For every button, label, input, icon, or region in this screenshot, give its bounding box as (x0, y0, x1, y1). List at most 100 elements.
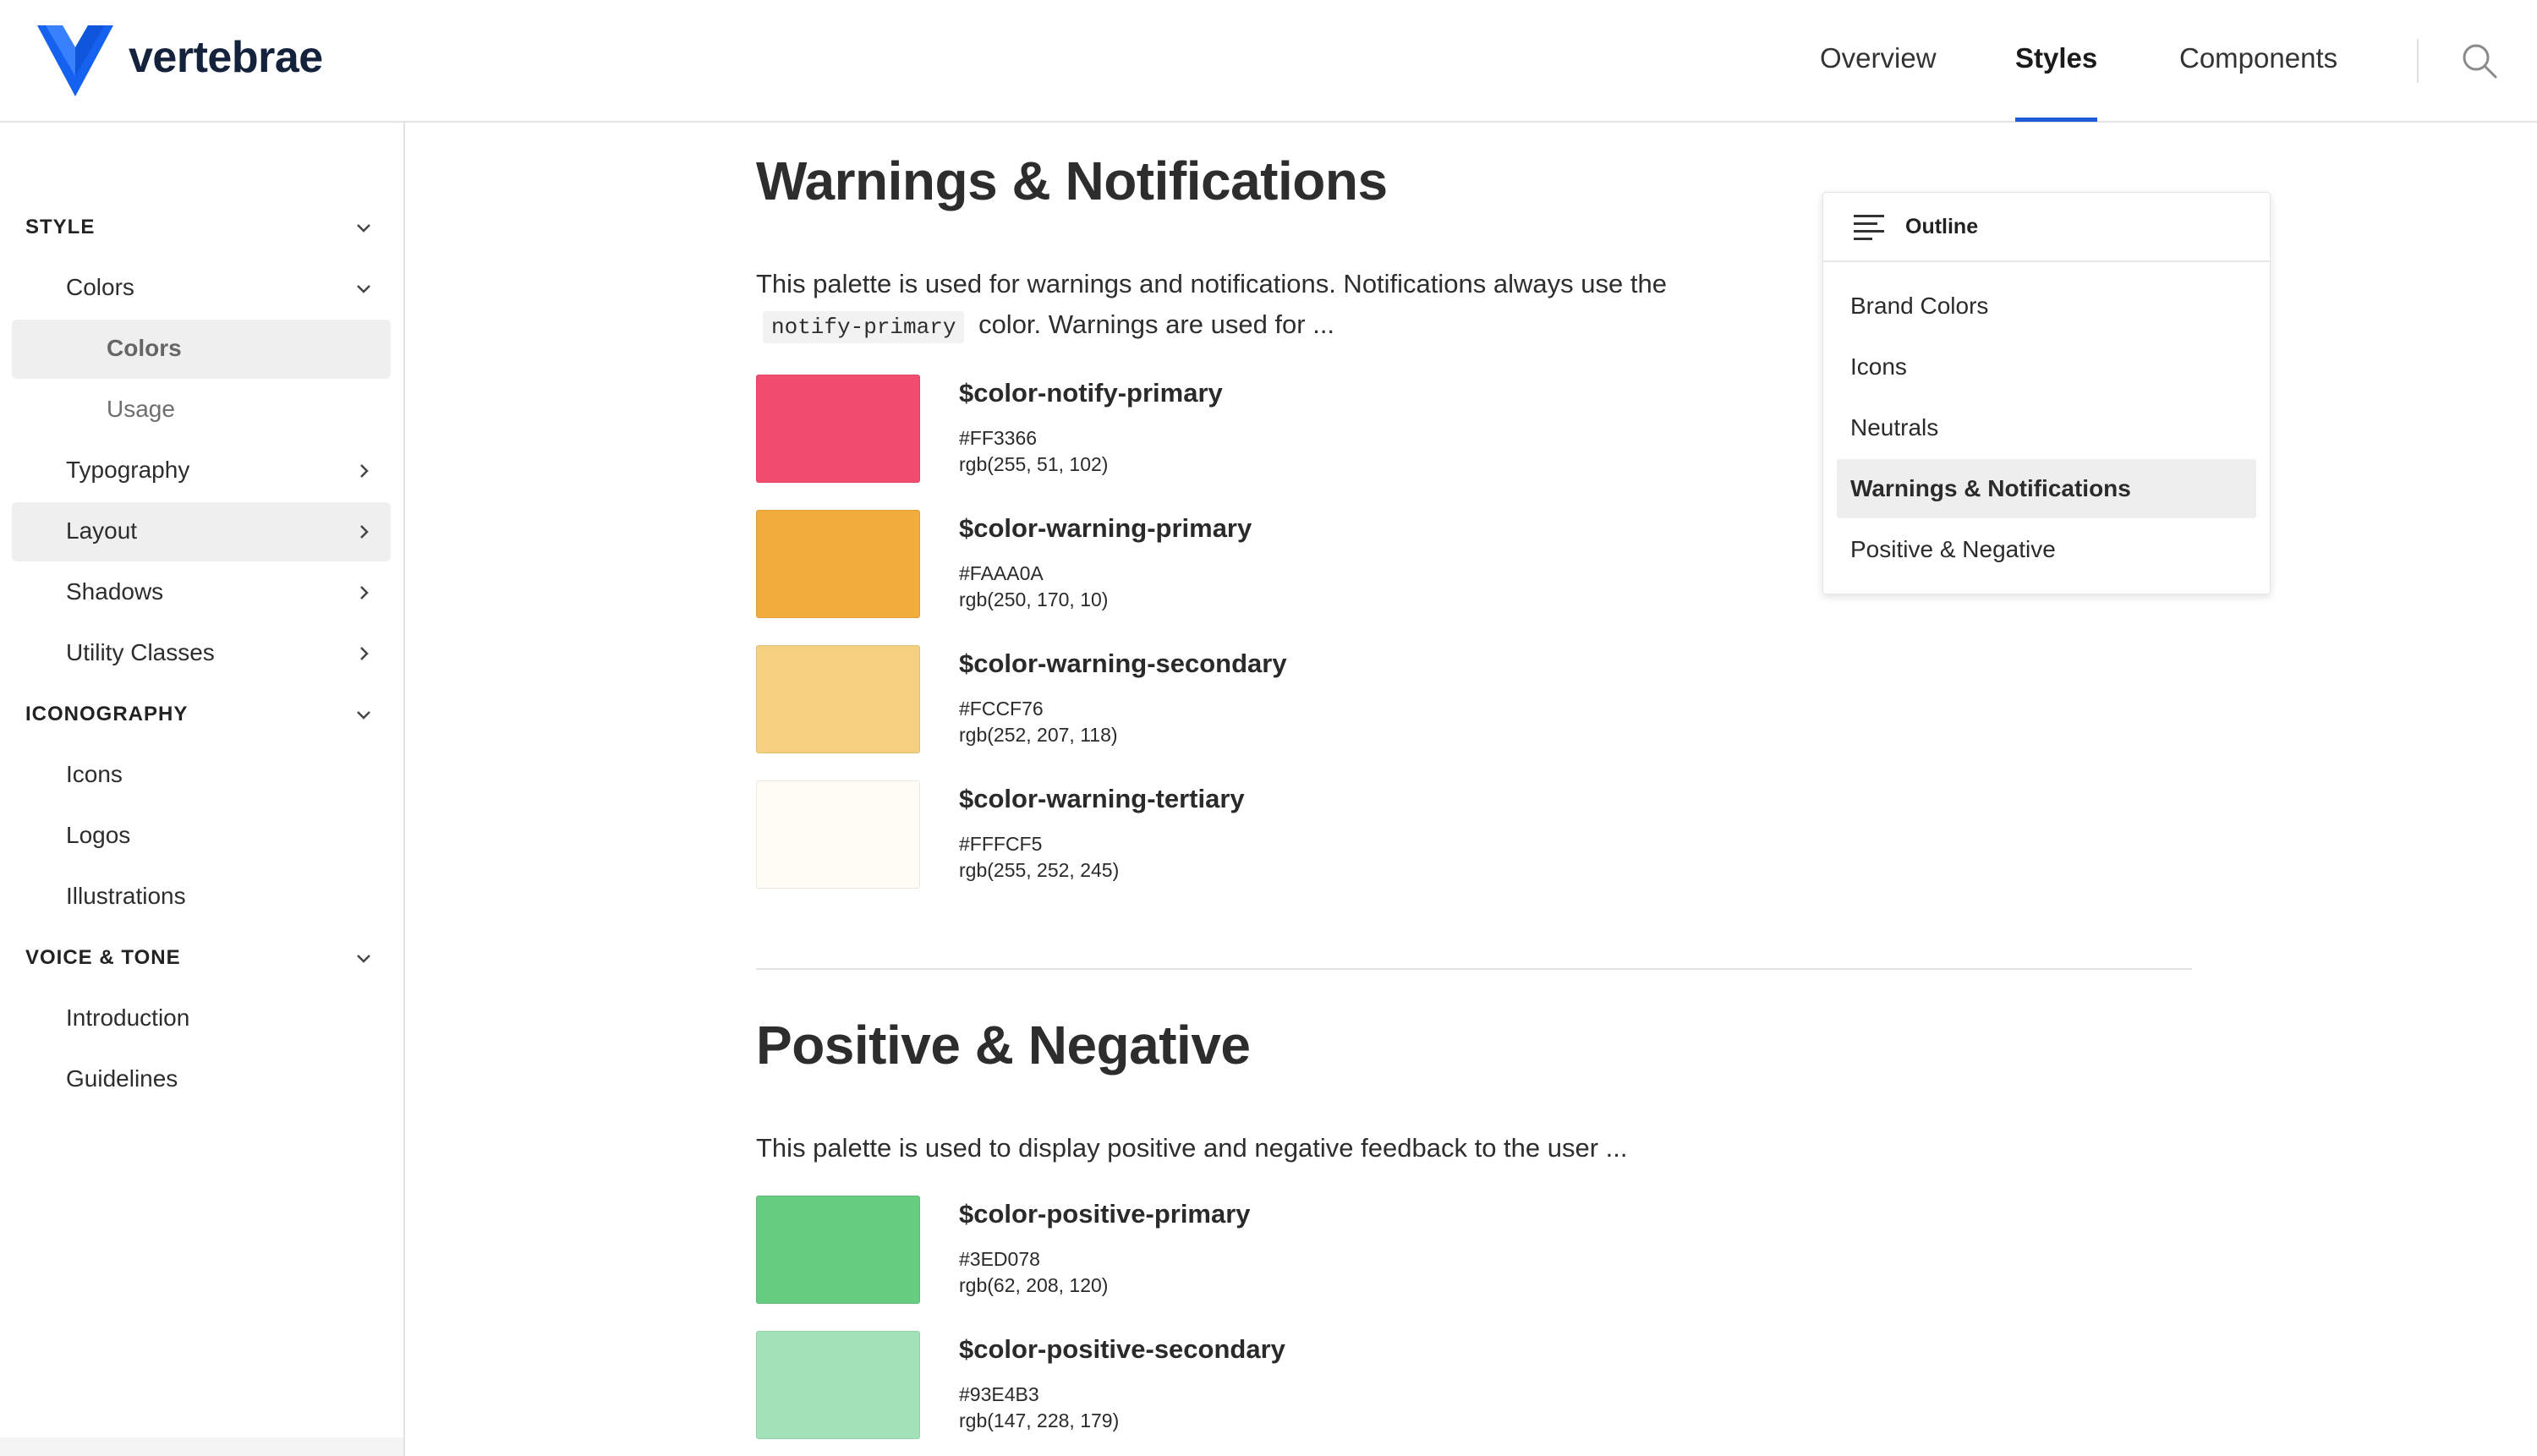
swatch-hex: #3ED078 (959, 1248, 1040, 1270)
swatch-hex: #93E4B3 (959, 1383, 1039, 1405)
swatch-name: $color-positive-secondary (959, 1334, 1285, 1364)
sidebar-item-label: Colors (66, 274, 134, 300)
color-swatch (756, 510, 920, 618)
outline-item-label: Neutrals (1850, 414, 1939, 441)
sidebar-item-label: Layout (66, 517, 138, 544)
outline-item-warnings[interactable]: Warnings & Notifications (1837, 459, 2256, 518)
section-title-positive: Positive & Negative (756, 1015, 1251, 1076)
sidebar-item-colors[interactable]: Colors (12, 259, 391, 318)
sidebar-footer-bar (0, 1437, 403, 1456)
description-text: This palette is used for warnings and no… (756, 269, 1667, 298)
vertebrae-logo[interactable] (37, 25, 113, 96)
outline-list-icon (1854, 215, 1884, 240)
swatch-hex: #FCCF76 (959, 698, 1044, 720)
sidebar-item-label: Colors (107, 335, 182, 361)
sidebar-item-layout[interactable]: Layout (12, 502, 391, 561)
color-swatch (756, 1331, 920, 1439)
outline-header: Outline (1823, 193, 2270, 262)
sidebar-item-label: Introduction (66, 1004, 190, 1031)
nav-components[interactable]: Components (2179, 42, 2337, 74)
chevron-right-icon (360, 586, 369, 599)
sidebar-item-label: Typography (66, 457, 190, 483)
sidebar-subitem-colors[interactable]: Colors (12, 320, 391, 379)
outline-panel: Outline Brand Colors Icons Neutrals Warn… (1822, 192, 2271, 594)
outline-item-brand-colors[interactable]: Brand Colors (1837, 276, 2256, 336)
sidebar-item-label: Usage (107, 396, 175, 422)
sidebar-section-iconography[interactable]: ICONOGRAPHY (12, 685, 391, 744)
sidebar-subitem-usage[interactable]: Usage (12, 380, 391, 440)
outline-item-icons[interactable]: Icons (1837, 337, 2256, 397)
inline-code: notify-primary (763, 311, 965, 343)
outline-item-neutrals[interactable]: Neutrals (1837, 398, 2256, 457)
color-swatch (756, 375, 920, 483)
color-swatch-row: $color-positive-primary #3ED078 rgb(62, … (756, 1196, 1517, 1305)
outline-item-positive-negative[interactable]: Positive & Negative (1837, 520, 2256, 579)
sidebar-item-icons[interactable]: Icons (12, 746, 391, 805)
color-swatch-row: $color-notify-primary #FF3366 rgb(255, 5… (756, 375, 1517, 484)
chevron-right-icon (360, 647, 369, 660)
chevron-down-icon (357, 224, 370, 233)
swatch-hex: #FFFCF5 (959, 833, 1043, 855)
swatch-name: $color-notify-primary (959, 378, 1223, 408)
description-text: color. Warnings are used for ... (978, 309, 1335, 339)
swatch-rgb: rgb(252, 207, 118) (959, 724, 1118, 746)
nav-overview[interactable]: Overview (1820, 42, 1937, 74)
sidebar-item-shadows[interactable]: Shadows (12, 563, 391, 622)
outline-item-label: Positive & Negative (1850, 536, 2056, 562)
swatch-name: $color-positive-primary (959, 1199, 1251, 1229)
sidebar-item-typography[interactable]: Typography (12, 441, 391, 501)
chevron-down-icon (357, 285, 370, 293)
color-swatch-row: $color-positive-secondary #93E4B3 rgb(14… (756, 1331, 1517, 1441)
sidebar-section-label: STYLE (25, 216, 96, 238)
chevron-down-icon (357, 955, 370, 963)
section-description-positive: This palette is used to display positive… (756, 1133, 1628, 1163)
nav-styles[interactable]: Styles (2015, 42, 2097, 74)
search-icon[interactable] (2461, 42, 2498, 79)
sidebar-item-label: Icons (66, 761, 123, 787)
swatch-rgb: rgb(147, 228, 179) (959, 1409, 1120, 1431)
sidebar-section-label: VOICE & TONE (25, 946, 181, 969)
outline-title: Outline (1905, 215, 1979, 238)
brand-name[interactable]: vertebrae (129, 32, 323, 83)
chevron-right-icon (360, 525, 369, 539)
sidebar-item-label: Logos (66, 822, 131, 848)
sidebar-section-voice-tone[interactable]: VOICE & TONE (12, 928, 391, 988)
outline-item-label: Brand Colors (1850, 293, 1989, 319)
swatch-hex: #FAAA0A (959, 562, 1044, 584)
sidebar-item-label: Utility Classes (66, 639, 215, 665)
chevron-right-icon (360, 464, 369, 478)
sidebar-section-style[interactable]: STYLE (12, 198, 391, 257)
sidebar-item-illustrations[interactable]: Illustrations (12, 868, 391, 927)
sidebar-item-guidelines[interactable]: Guidelines (12, 1050, 391, 1109)
sidebar-item-logos[interactable]: Logos (12, 807, 391, 866)
sidebar-item-utility-classes[interactable]: Utility Classes (12, 624, 391, 683)
sidebar-nav: STYLE Colors Colors Usage Typography Lay… (0, 123, 405, 1456)
swatch-name: $color-warning-tertiary (959, 784, 1245, 813)
section-divider (756, 968, 2192, 970)
color-swatch (756, 1196, 920, 1304)
nav-divider (2417, 39, 2419, 83)
color-swatch-row: $color-warning-tertiary #FFFCF5 rgb(255,… (756, 780, 1517, 890)
swatch-rgb: rgb(250, 170, 10) (959, 588, 1109, 610)
section-title-warnings: Warnings & Notifications (756, 151, 1388, 211)
swatch-hex: #FF3366 (959, 427, 1038, 449)
swatch-rgb: rgb(255, 252, 245) (959, 859, 1120, 881)
outline-item-label: Warnings & Notifications (1850, 475, 2131, 501)
swatch-name: $color-warning-primary (959, 513, 1252, 543)
swatch-rgb: rgb(62, 208, 120) (959, 1274, 1109, 1296)
sidebar-item-label: Guidelines (66, 1065, 178, 1092)
color-swatch (756, 645, 920, 753)
section-description-warnings: This palette is used for warnings and no… (756, 264, 1771, 348)
top-header: vertebrae Overview Styles Components (0, 0, 2537, 123)
swatch-rgb: rgb(255, 51, 102) (959, 453, 1109, 475)
color-swatch-row: $color-warning-primary #FAAA0A rgb(250, … (756, 510, 1517, 620)
color-swatch-row: $color-warning-secondary #FCCF76 rgb(252… (756, 645, 1517, 755)
sidebar-item-label: Illustrations (66, 883, 186, 909)
sidebar-section-label: ICONOGRAPHY (25, 703, 189, 725)
nav-active-indicator (2015, 118, 2097, 122)
color-swatch (756, 780, 920, 889)
sidebar-item-label: Shadows (66, 578, 164, 605)
outline-item-label: Icons (1850, 353, 1907, 380)
chevron-down-icon (357, 711, 370, 720)
sidebar-item-introduction[interactable]: Introduction (12, 989, 391, 1048)
